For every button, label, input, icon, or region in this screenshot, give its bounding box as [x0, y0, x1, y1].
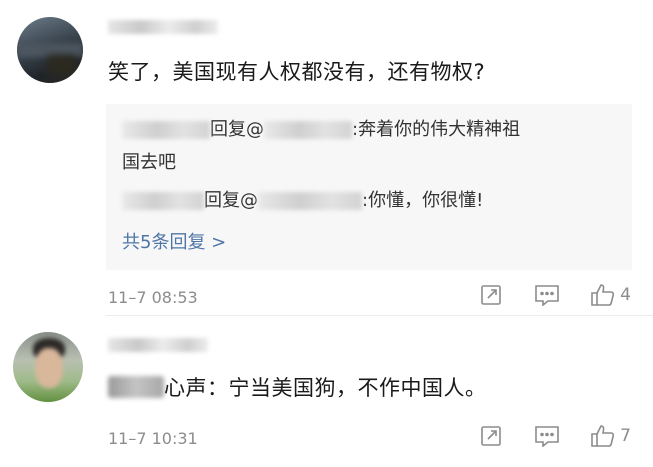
reply-box[interactable]: 回复@:奔着你的伟大精神祖 国去吧 回复@:你懂，你很懂! 共5条回复 > [106, 104, 632, 270]
comment-text: 笑了，美国现有人权都没有，还有物权? [108, 60, 486, 84]
username-redacted[interactable] [108, 338, 208, 352]
reply-item[interactable]: 回复@ :奔着你的伟大精神祖 [122, 114, 620, 146]
like-button[interactable]: 4 [590, 283, 631, 307]
like-count: 4 [620, 285, 631, 305]
redacted-text [108, 376, 164, 398]
share-button[interactable] [480, 425, 504, 447]
share-edit-icon [481, 426, 501, 446]
reply-verb: 回复 [210, 119, 246, 140]
thumbs-up-icon [591, 425, 615, 447]
reply-verb: 回复 [204, 190, 240, 211]
reply-username-redacted[interactable] [122, 192, 204, 210]
comment-item: 心声：宁当美国狗，不作中国人。 11–7 10:31 7 [0, 316, 653, 467]
avatar[interactable] [17, 17, 83, 83]
reply-button[interactable] [534, 284, 560, 306]
mention-username-redacted[interactable] [264, 121, 352, 139]
view-more-replies-link[interactable]: 共5条回复 > [122, 228, 226, 254]
comment-icon [535, 426, 559, 447]
mention-username-redacted[interactable] [258, 192, 362, 210]
avatar-image-blur [47, 55, 77, 75]
reply-button[interactable] [534, 425, 560, 447]
reply-text: :你懂，你很懂! [362, 190, 484, 211]
share-button[interactable] [480, 284, 504, 306]
reply-username-redacted[interactable] [122, 121, 210, 139]
comment-actions: 7 [450, 424, 631, 448]
share-edit-icon [481, 285, 501, 305]
avatar-image-blur [35, 348, 63, 388]
thumbs-up-icon [591, 284, 615, 306]
comment-item: 笑了，美国现有人权都没有，还有物权? 回复@:奔着你的伟大精神祖 国去吧 回复@… [0, 0, 653, 316]
timestamp: 11–7 10:31 [108, 429, 198, 448]
reply-mention[interactable]: @ [246, 119, 264, 140]
like-count: 7 [620, 426, 631, 446]
reply-text-continuation: 国去吧 [122, 152, 176, 173]
like-button[interactable]: 7 [590, 424, 631, 448]
avatar[interactable] [13, 332, 83, 402]
comment-text: 心声：宁当美国狗，不作中国人。 [164, 376, 487, 400]
reply-item[interactable]: 回复@ :你懂，你很懂! [122, 185, 620, 217]
reply-text: :奔着你的伟大精神祖 [352, 119, 521, 140]
reply-item-continuation: 国去吧 [122, 147, 620, 179]
comment-icon [535, 285, 559, 306]
timestamp: 11–7 08:53 [108, 288, 198, 307]
username-redacted[interactable] [108, 20, 218, 34]
reply-mention[interactable]: @ [240, 190, 258, 211]
comment-actions: 4 [450, 283, 631, 307]
